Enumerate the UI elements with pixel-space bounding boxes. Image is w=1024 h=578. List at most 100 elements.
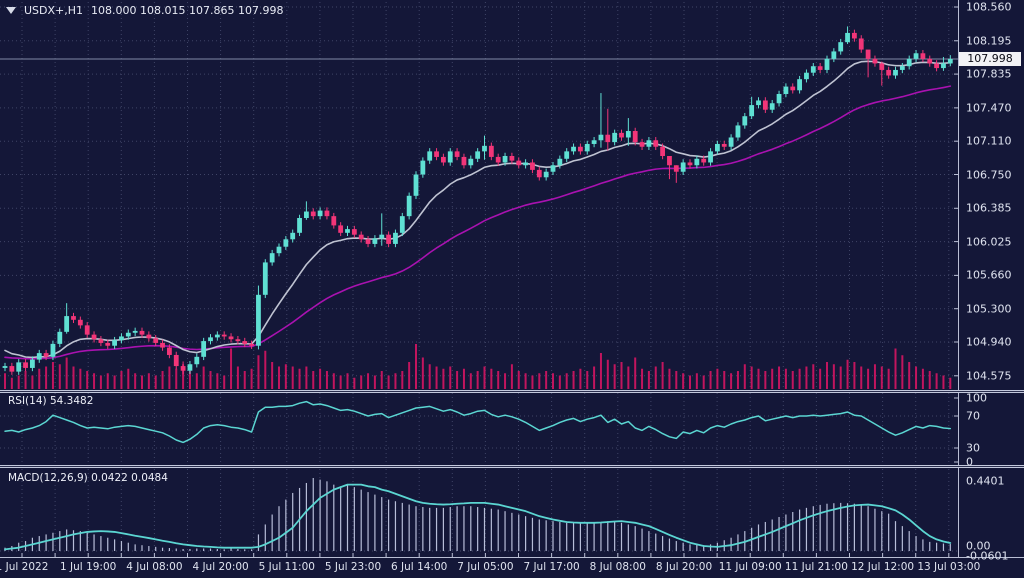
volume-bar bbox=[367, 373, 369, 389]
volume-bar bbox=[826, 362, 828, 389]
volume-bar bbox=[93, 373, 95, 389]
candle-body bbox=[448, 151, 453, 162]
volume-bar bbox=[785, 369, 787, 389]
candle-body bbox=[270, 253, 275, 262]
ma-slow-line bbox=[5, 86, 950, 359]
volume-bar bbox=[25, 371, 27, 389]
volume-bar bbox=[381, 371, 383, 389]
candle-body bbox=[30, 360, 35, 368]
panel-divider[interactable] bbox=[0, 465, 1024, 468]
volume-bar bbox=[86, 371, 88, 389]
candle-body bbox=[71, 316, 76, 320]
symbol-dropdown-icon[interactable] bbox=[6, 7, 16, 14]
candle-body bbox=[934, 63, 939, 68]
rsi-label: RSI(14) 54.3482 bbox=[8, 395, 93, 407]
volume-bar bbox=[38, 369, 40, 389]
candle-body bbox=[229, 336, 234, 339]
candle-body bbox=[496, 157, 501, 163]
macd-label: MACD(12,26,9) 0.0422 0.0484 bbox=[8, 472, 168, 484]
rsi-axis-label: 0 bbox=[966, 456, 973, 469]
volume-bar bbox=[59, 364, 61, 389]
candle-body bbox=[345, 229, 350, 233]
time-axis-label: 5 Jul 23:00 bbox=[325, 561, 381, 573]
volume-bar bbox=[477, 371, 479, 389]
candle-body bbox=[804, 73, 809, 79]
volume-bar bbox=[908, 362, 910, 389]
volume-bar bbox=[45, 367, 47, 390]
volume-bar bbox=[319, 369, 321, 389]
volume-bar bbox=[936, 373, 938, 389]
candle-body bbox=[544, 172, 549, 178]
candle-body bbox=[16, 362, 21, 371]
volume-bar bbox=[840, 367, 842, 390]
candle-body bbox=[99, 339, 104, 343]
candle-body bbox=[283, 239, 288, 246]
candle-body bbox=[57, 332, 62, 344]
volume-bar bbox=[442, 369, 444, 389]
candle-body bbox=[37, 353, 42, 359]
time-axis-label: 7 Jul 05:00 bbox=[457, 561, 513, 573]
candle-body bbox=[414, 175, 419, 196]
chart-header: USDX+,H1 108.000 108.015 107.865 107.998 bbox=[6, 4, 283, 17]
price-axis-label: 106.385 bbox=[966, 202, 1012, 215]
candle-body bbox=[756, 100, 761, 105]
candle-body bbox=[3, 366, 8, 368]
candle-body bbox=[626, 131, 631, 137]
candle-body bbox=[290, 233, 295, 239]
candle-body bbox=[249, 344, 254, 346]
macd-histogram bbox=[5, 478, 950, 551]
volume-bar bbox=[66, 358, 68, 390]
candle-body bbox=[366, 239, 371, 244]
volume-bar bbox=[627, 367, 629, 390]
candle-body bbox=[708, 151, 713, 162]
candles bbox=[3, 26, 953, 374]
panel-divider[interactable] bbox=[0, 390, 1024, 393]
candle-body bbox=[845, 33, 850, 42]
candle-body bbox=[420, 161, 425, 175]
rsi-axis-label: 70 bbox=[966, 410, 980, 423]
volume-bar bbox=[196, 373, 198, 389]
rsi-name: RSI(14) bbox=[8, 395, 47, 407]
volume-bar bbox=[271, 362, 273, 389]
candle-body bbox=[51, 344, 56, 357]
candle-body bbox=[722, 144, 727, 147]
candle-body bbox=[893, 70, 898, 76]
volume-bar bbox=[703, 376, 705, 390]
candle-body bbox=[304, 212, 309, 218]
volume-bar bbox=[689, 376, 691, 390]
candle-body bbox=[564, 151, 569, 158]
time-axis-label: 4 Jul 20:00 bbox=[192, 561, 248, 573]
candle-body bbox=[510, 156, 515, 161]
candle-body bbox=[338, 225, 343, 232]
volume-bar bbox=[264, 351, 266, 389]
candle-body bbox=[379, 235, 384, 239]
candle-body bbox=[201, 341, 206, 357]
volume-bar bbox=[470, 373, 472, 389]
volume-bar bbox=[922, 369, 924, 389]
time-axis-label: 4 Jul 08:00 bbox=[126, 561, 182, 573]
candle-body bbox=[688, 162, 693, 165]
candle-body bbox=[653, 140, 658, 146]
volume-bar bbox=[333, 373, 335, 389]
candle-body bbox=[770, 103, 775, 109]
candle-body bbox=[674, 165, 679, 171]
candle-body bbox=[873, 59, 878, 64]
candle-body bbox=[523, 162, 528, 165]
candle-body bbox=[407, 196, 412, 216]
volume-bar bbox=[915, 367, 917, 390]
time-axis-label: 11 Jul 21:00 bbox=[785, 561, 848, 573]
price-axis-label: 108.560 bbox=[966, 1, 1012, 14]
volume-bar bbox=[340, 376, 342, 390]
volume-bar bbox=[874, 364, 876, 389]
candle-body bbox=[475, 151, 480, 158]
volume-bar bbox=[860, 367, 862, 390]
volume-bar bbox=[511, 364, 513, 389]
volume-bar bbox=[655, 367, 657, 390]
volume-bar bbox=[566, 373, 568, 389]
volume-bar bbox=[4, 373, 6, 389]
volume-bar bbox=[148, 373, 150, 389]
volume-bar bbox=[251, 369, 253, 389]
chart-canvas[interactable] bbox=[0, 0, 1024, 578]
volume-bar bbox=[79, 369, 81, 389]
candle-body bbox=[921, 53, 926, 59]
